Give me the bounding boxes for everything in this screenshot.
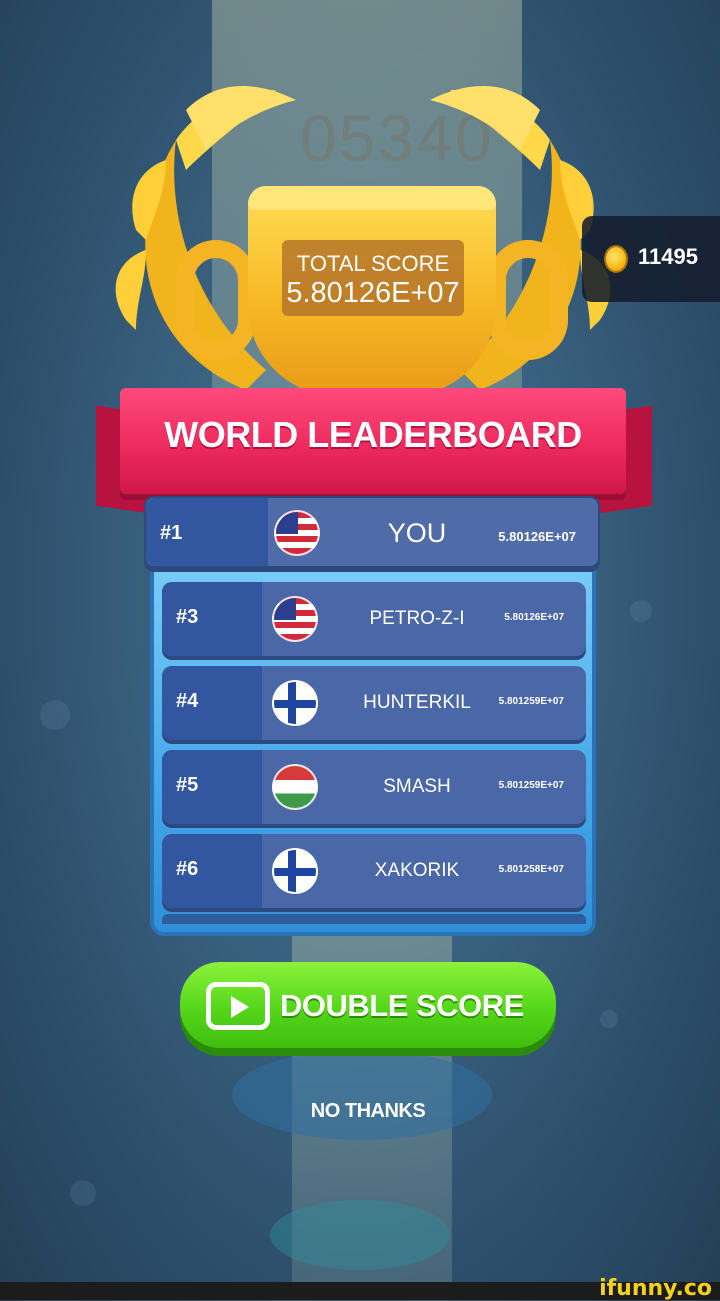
- coin-count: 11495: [638, 244, 698, 269]
- trophy-handle-left: [176, 240, 256, 360]
- bokeh-dot: [630, 600, 652, 622]
- coin-icon: [604, 245, 628, 273]
- us-flag-icon: [274, 510, 320, 556]
- finland-flag-icon: [272, 680, 318, 726]
- player-name: YOU: [387, 518, 447, 548]
- total-score-box: TOTAL SCORE 5.80126E+07: [282, 240, 464, 316]
- leaderboard-row: #5 SMASH 5.801259E+07: [162, 750, 586, 824]
- background-disc: [232, 1050, 492, 1140]
- row-score: 5.801259E+07: [498, 696, 564, 707]
- us-flag-icon: [272, 596, 318, 642]
- no-thanks-button[interactable]: NO THANKS: [280, 1100, 456, 1123]
- bokeh-dot: [40, 700, 70, 730]
- leaderboard-title: WORLD LEADERBOARD: [164, 414, 582, 455]
- row-player-name: XAKORIK: [374, 860, 460, 881]
- bokeh-dot: [70, 1180, 96, 1206]
- row-score: 5.80126E+07: [504, 612, 564, 623]
- player-score: 5.80126E+07: [498, 529, 576, 544]
- row-rank: #6: [176, 858, 199, 880]
- play-video-icon[interactable]: [206, 982, 270, 1030]
- trophy-handle-right: [488, 240, 568, 360]
- player-rank: #1: [160, 522, 183, 544]
- total-score-value: 5.80126E+07: [286, 277, 460, 309]
- ifunny-watermark: ifunny.co: [599, 1276, 712, 1301]
- row-player-name: SMASH: [383, 776, 451, 797]
- finland-flag-icon: [272, 848, 318, 894]
- player-row: #1 YOU 5.80126E+07: [144, 496, 600, 568]
- row-player-name: PETRO-Z-I: [369, 608, 465, 629]
- leaderboard-row: #3 PETRO-Z-I 5.80126E+07: [162, 582, 586, 656]
- hungary-flag-icon: [272, 764, 318, 810]
- trophy-cup-rim: [248, 186, 496, 210]
- row-rank: #5: [176, 774, 199, 796]
- double-score-label[interactable]: DOUBLE SCORE: [280, 988, 524, 1024]
- total-score-label: TOTAL SCORE: [296, 251, 450, 276]
- background-disc-lower: [270, 1200, 450, 1270]
- row-player-name: HUNTERKIL: [363, 692, 471, 713]
- row-score: 5.801258E+07: [498, 864, 564, 875]
- leaderboard-next-row-peek: [162, 914, 586, 924]
- leaderboard-row: #6 XAKORIK 5.801258E+07: [162, 834, 586, 908]
- row-rank: #4: [176, 690, 199, 712]
- bokeh-dot: [600, 1010, 618, 1028]
- row-score: 5.801259E+07: [498, 780, 564, 791]
- leaderboard-row: #4 HUNTERKIL 5.801259E+07: [162, 666, 586, 740]
- row-rank: #3: [176, 606, 199, 628]
